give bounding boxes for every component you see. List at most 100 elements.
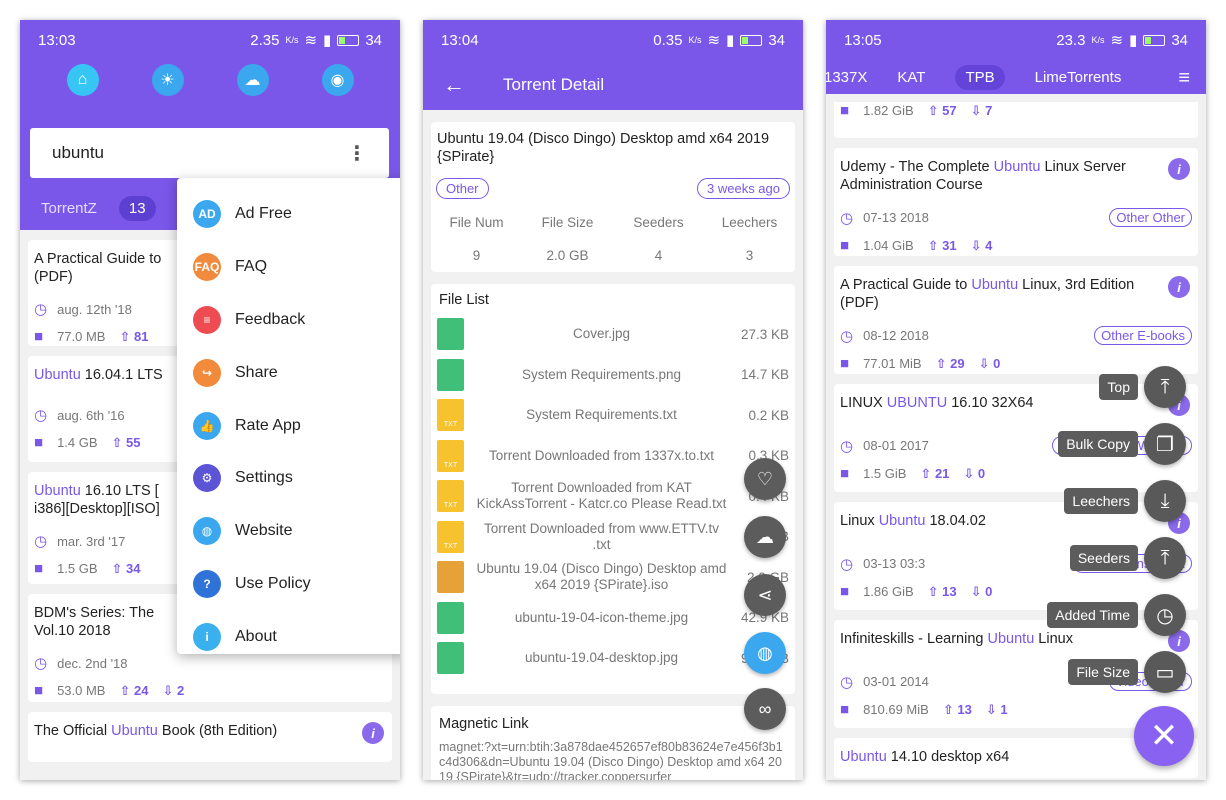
file-list-title: File List [439, 292, 489, 308]
clock-icon: ◷ [34, 655, 48, 672]
file-row[interactable]: ubuntu-19-04-icon-theme.jpg 42.9 KB [431, 598, 795, 639]
menu-item-label: Feedback [235, 310, 306, 328]
link-icon[interactable]: ∞ [744, 688, 786, 730]
clock-icon[interactable]: ◷ [1144, 594, 1186, 636]
stat-header: Leechers [721, 215, 778, 230]
tab-tpb[interactable]: TPB [955, 64, 1005, 90]
menu-item-ad-free[interactable]: AD Ad Free [177, 188, 400, 241]
file-row[interactable]: TXT System Requirements.txt 0.2 KB [431, 395, 795, 436]
more-vert-icon[interactable]: ⋮ [347, 141, 367, 166]
back-arrow-icon[interactable]: ← [443, 72, 465, 98]
tab-active[interactable]: 13 [118, 196, 156, 221]
size-text: 810.69 MiB [863, 702, 929, 717]
image-file-icon [437, 642, 464, 675]
info-icon[interactable]: i [1168, 158, 1190, 180]
title-text: A Practical Guide to [34, 251, 162, 267]
menu-item-settings[interactable]: ⚙ Settings [177, 452, 400, 505]
browser-icon[interactable]: ◍ [744, 632, 786, 674]
speed-dial-label[interactable]: Leechers [1064, 488, 1138, 514]
seeds-value: 55 [126, 434, 141, 450]
title-highlight: Ubuntu [111, 723, 158, 739]
status-time: 13:03 [38, 31, 76, 49]
battery-icon [740, 34, 763, 46]
battery-level: 34 [768, 31, 785, 49]
search-input[interactable]: ubuntu ⋮ [30, 128, 389, 178]
menu-icon[interactable]: ≡ [1178, 67, 1190, 90]
file-row[interactable]: TXT Torrent Downloaded from 1337x.to.txt 0… [431, 436, 795, 477]
weather-icon[interactable]: ☁ [236, 64, 269, 96]
file-row[interactable]: System Requirements.png 14.7 KB [431, 355, 795, 396]
leech-value: 4 [985, 237, 993, 253]
magnet-link[interactable]: magnet:?xt=urn:btih:3a878dae452657ef80b8… [431, 740, 795, 780]
category-tag[interactable]: Other E-books [1094, 326, 1192, 345]
list-item[interactable]: ■ 1.82 GiB ⇧ 57 ⇩ 7 [834, 102, 1198, 138]
speed-dial-label[interactable]: Seeders [1069, 545, 1138, 571]
seeds-value: 34 [126, 560, 141, 576]
category-tag[interactable]: Other Other [1109, 208, 1192, 227]
menu-item-use-policy[interactable]: ? Use Policy [177, 558, 400, 611]
size-text: 1.5 GiB [863, 466, 907, 481]
menu-item-label: Ad Free [235, 205, 292, 223]
upload-icon[interactable]: ⤒ [1144, 537, 1186, 579]
archive-file-icon [437, 561, 464, 594]
seeders-count: ⇧ 55 [111, 434, 141, 450]
title-text: Linux, 3rd Edition [1018, 277, 1135, 293]
folder-icon[interactable]: ▭ [1144, 651, 1186, 693]
clock-icon: ◷ [840, 437, 854, 455]
menu-item-about[interactable]: i About [177, 610, 400, 663]
tab-limetorrents[interactable]: LimeTorrents [1035, 69, 1122, 86]
tab-1337x[interactable]: 1337X [826, 69, 867, 86]
detail-card: Ubuntu 19.04 (Disco Dingo) Desktop amd x… [431, 122, 795, 272]
speed-dial-label[interactable]: Top [1099, 374, 1138, 400]
title-text: 16.10 LTS [ [80, 483, 159, 499]
list-item[interactable]: LINUX UBUNTU 16.10 32X64i◷08-01 2017Appl… [834, 384, 1198, 492]
share-icon[interactable]: ⋖ [744, 574, 786, 616]
title-text: A Practical Guide to [840, 277, 972, 293]
result-title: The Official Ubuntu Book (8th Edition) [34, 722, 386, 740]
speed-dial-label[interactable]: File Size [1068, 659, 1138, 685]
signal-icon: ▮ [726, 32, 735, 49]
sun-icon[interactable]: ☀ [151, 64, 184, 96]
text-file-icon: TXT [437, 480, 464, 513]
file-row[interactable]: ubuntu-19.04-desktop.jpg98.3 KB [431, 638, 795, 679]
cloud-download-icon[interactable]: ☁ [744, 516, 786, 558]
info-icon[interactable]: i [362, 722, 384, 744]
page-title: Torrent Detail [503, 75, 605, 94]
title-text: Infiniteskills - Learning [840, 631, 988, 647]
tab-torrentz[interactable]: TorrentZ [41, 200, 97, 217]
copy-icon[interactable]: ❐ [1144, 423, 1186, 465]
list-item[interactable]: A Practical Guide to Ubuntu Linux, 3rd E… [834, 266, 1198, 374]
home-icon[interactable]: ⌂ [66, 64, 99, 96]
folder-icon: ■ [840, 465, 850, 482]
rss-icon[interactable]: ◉ [321, 64, 354, 96]
list-item[interactable]: Udemy - The Complete Ubuntu Linux Server… [834, 148, 1198, 256]
speed-dial-label[interactable]: Added Time [1047, 602, 1138, 628]
seeders-count: ⇧ 31 [927, 237, 957, 253]
menu-item-rate-app[interactable]: 👍 Rate App [177, 399, 400, 452]
menu-item-feedback[interactable]: ≡ Feedback [177, 294, 400, 347]
file-size: 14.7 KB [740, 367, 789, 383]
title-highlight: Ubuntu [34, 367, 81, 383]
file-row[interactable]: TXT Torrent Downloaded from KAT KickAssTo… [431, 476, 795, 517]
image-file-icon [437, 601, 464, 634]
tab-kat[interactable]: KAT [897, 69, 925, 86]
menu-item-faq[interactable]: FAQ FAQ [177, 241, 400, 294]
menu-item-website[interactable]: ◍ Website [177, 505, 400, 558]
download-icon[interactable]: ⤓ [1144, 480, 1186, 522]
close-fab[interactable]: ✕ [1134, 706, 1194, 766]
arrow-top-icon[interactable]: ⤒ [1144, 366, 1186, 408]
seeders-count: ⇧ 21 [920, 465, 950, 481]
status-time: 13:04 [441, 31, 479, 49]
file-row[interactable]: Cover.jpg 27.3 KB [431, 314, 795, 355]
seeders-count: ⇧ 13 [942, 701, 972, 717]
file-row[interactable]: Ubuntu 19.04 (Disco Dingo) Desktop amd x… [431, 557, 795, 598]
file-row[interactable]: TXT Torrent Downloaded from www.ETTV.tv .… [431, 517, 795, 558]
menu-item-share[interactable]: ↪ Share [177, 346, 400, 399]
info-icon[interactable]: i [1168, 276, 1190, 298]
clock-icon: ◷ [34, 407, 48, 424]
heart-icon[interactable]: ♡ [744, 458, 786, 500]
leech-value: 0 [985, 583, 993, 599]
list-item[interactable]: The Official Ubuntu Book (8th Edition) i [28, 712, 392, 762]
wifi-icon: ≋ [707, 32, 721, 49]
speed-dial-label[interactable]: Bulk Copy [1058, 431, 1138, 457]
